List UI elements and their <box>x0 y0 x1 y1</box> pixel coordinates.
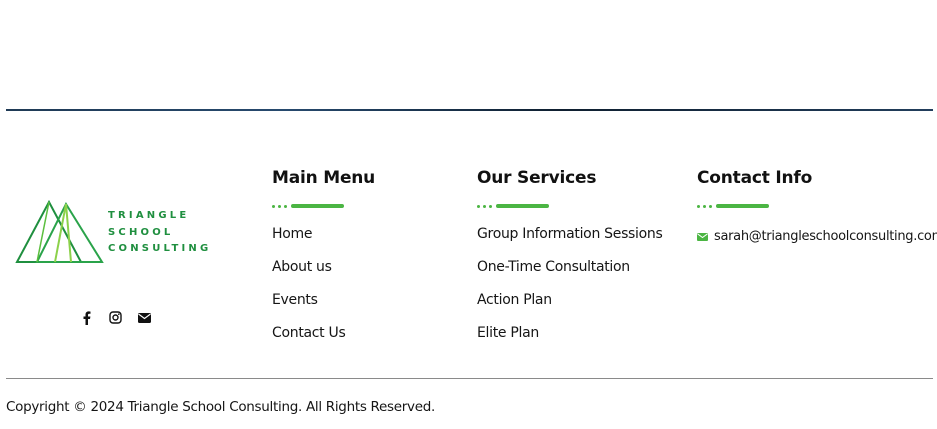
services-list: Group Information Sessions One-Time Cons… <box>477 226 663 358</box>
triangle-logo-icon <box>15 199 104 263</box>
brand-line-2: SCHOOL <box>108 226 174 238</box>
service-link-group-sessions[interactable]: Group Information Sessions <box>477 226 663 259</box>
contact-email: sarah@triangleschoolconsulting.com <box>714 229 937 244</box>
menu-link-contact[interactable]: Contact Us <box>272 325 375 358</box>
main-menu-title: Main Menu <box>272 168 376 188</box>
menu-link-about[interactable]: About us <box>272 259 375 292</box>
menu-link-home[interactable]: Home <box>272 226 375 259</box>
brand-line-3: CONSULTING <box>108 243 212 254</box>
service-link-action-plan[interactable]: Action Plan <box>477 292 662 325</box>
section-divider <box>477 204 662 208</box>
menu-link-events[interactable]: Events <box>272 292 375 325</box>
main-menu-list: Home About us Events Contact Us <box>272 226 375 358</box>
copyright-text: Copyright © 2024 Triangle School Consult… <box>6 399 435 415</box>
contact-section: Contact Info sarah@triangleschoolconsult… <box>697 168 937 244</box>
bottom-divider-line <box>6 378 933 379</box>
services-section: Our Services Group Information Sessions … <box>477 168 663 358</box>
services-title: Our Services <box>477 168 597 188</box>
envelope-icon[interactable] <box>136 309 153 326</box>
brand-line-1: TRIANGLE <box>108 210 190 221</box>
section-divider <box>697 204 937 208</box>
facebook-icon[interactable] <box>78 309 95 326</box>
brand-logo[interactable]: TRIANGLE SCHOOL CONSULTING <box>15 198 220 266</box>
brand-wordmark: TRIANGLE SCHOOL CONSULTING <box>108 208 211 258</box>
contact-title: Contact Info <box>697 168 813 188</box>
top-divider-line <box>6 109 933 111</box>
section-divider <box>272 204 375 208</box>
service-link-consultation[interactable]: One-Time Consultation <box>477 259 662 292</box>
contact-email-link[interactable]: sarah@triangleschoolconsulting.com <box>697 229 937 244</box>
service-link-elite-plan[interactable]: Elite Plan <box>477 325 662 358</box>
instagram-icon[interactable] <box>107 309 124 326</box>
social-links <box>78 309 153 326</box>
main-menu-section: Main Menu Home About us Events Contact U… <box>272 168 375 358</box>
envelope-icon <box>697 232 708 241</box>
